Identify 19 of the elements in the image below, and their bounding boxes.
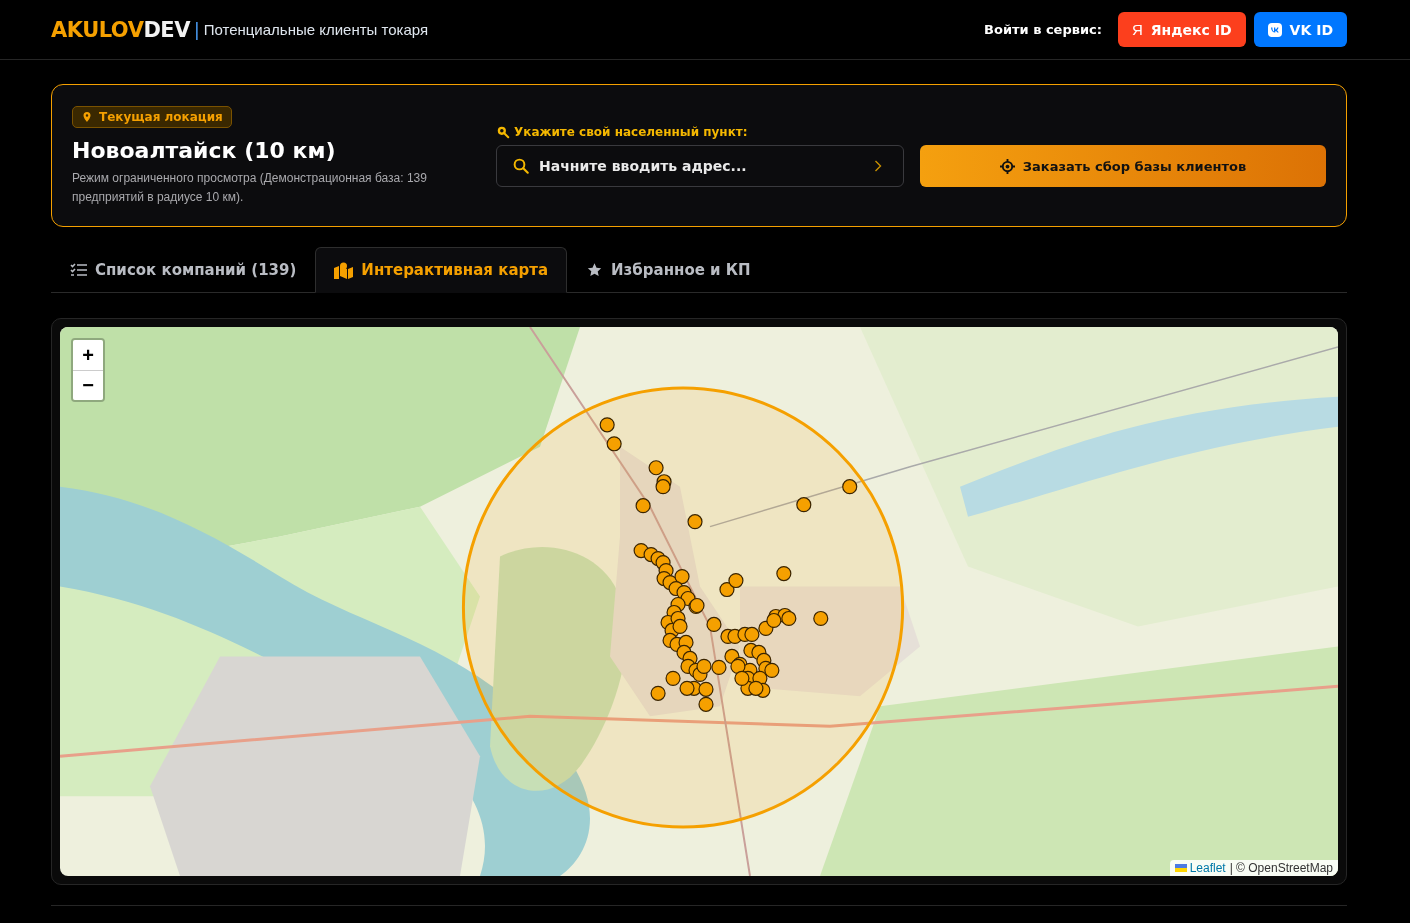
attribution-text: | © OpenStreetMap bbox=[1229, 861, 1333, 875]
tab[interactable]: Избранное и КП bbox=[567, 247, 770, 293]
zoom-in-button[interactable]: + bbox=[73, 340, 103, 370]
login-button[interactable]: VK ID bbox=[1253, 12, 1347, 47]
page-subtitle: Потенциальные клиенты токаря bbox=[203, 21, 429, 38]
leaflet-link[interactable]: Leaflet bbox=[1174, 861, 1226, 875]
location-title: Новоалтайск (10 км) bbox=[72, 137, 336, 163]
location-badge: Текущая локация bbox=[72, 105, 232, 128]
login-button[interactable]: Я Яндекс ID bbox=[1118, 12, 1246, 47]
zoom-out-button[interactable]: − bbox=[73, 370, 103, 400]
logo[interactable]: AKULOVDEV bbox=[51, 17, 190, 42]
order-button[interactable]: Заказать сбор базы клиентов bbox=[920, 145, 1326, 187]
login-label: Войти в сервис: bbox=[984, 22, 1102, 37]
location-description: Режим ограниченного просмотра (Демонстрационная база: 139 предприятий в радиусе 10 км). bbox=[72, 169, 428, 206]
search-label: Укажите свой населенный пункт: bbox=[514, 125, 748, 139]
separator: | bbox=[193, 19, 200, 40]
tab[interactable]: Интерактивная карта bbox=[315, 247, 568, 293]
address-field[interactable]: Начните вводить адрес... bbox=[496, 145, 904, 187]
tab[interactable]: Список компаний (139) bbox=[51, 247, 316, 293]
